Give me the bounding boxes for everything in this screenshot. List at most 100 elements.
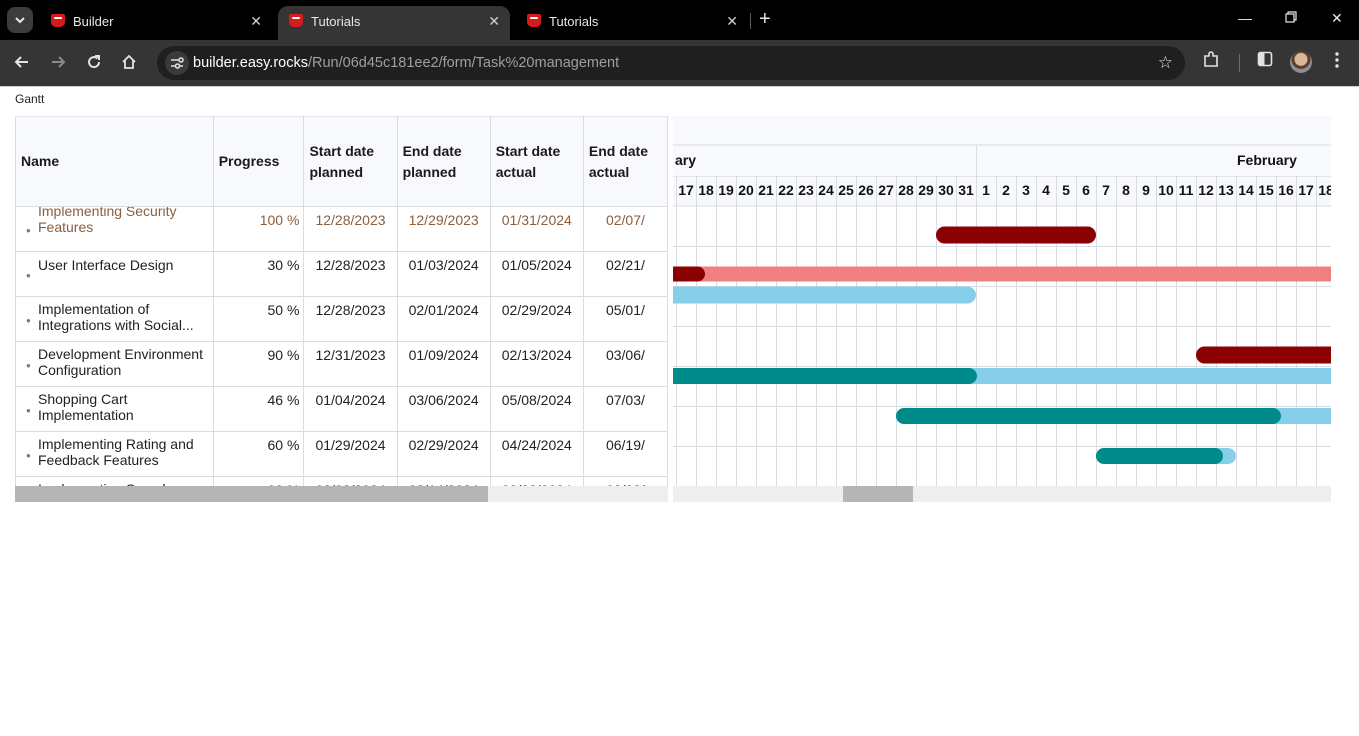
- start-planned-cell[interactable]: 12/28/2023: [303, 296, 398, 342]
- new-tab-icon[interactable]: +: [759, 9, 771, 29]
- forward-arrow-icon[interactable]: [46, 50, 70, 74]
- table-row[interactable]: ● Shopping Cart Implementation 46 % 01/04…: [15, 386, 668, 432]
- page-title: Gantt: [15, 92, 45, 106]
- start-planned-cell[interactable]: 12/28/2023: [303, 251, 398, 297]
- window-close-icon[interactable]: ✕: [1331, 10, 1343, 27]
- start-planned-cell[interactable]: 01/04/2024: [303, 386, 398, 432]
- progress-cell[interactable]: 46 %: [212, 386, 305, 432]
- tab-title: Tutorials: [549, 14, 599, 29]
- task-name: Implementing Rating and Feedback Feature…: [38, 436, 194, 468]
- gantt-bar: [1196, 346, 1331, 364]
- end-planned-cell[interactable]: 01/09/2024: [396, 341, 491, 387]
- table-row[interactable]: ● Implementing Rating and Feedback Featur…: [15, 431, 668, 477]
- bookmark-star-icon[interactable]: ☆: [1158, 53, 1173, 73]
- end-actual-cell[interactable]: 02/07/: [582, 206, 668, 252]
- end-actual-cell[interactable]: 02/21/: [582, 251, 668, 297]
- extensions-icon[interactable]: [1202, 51, 1220, 74]
- table-row[interactable]: ● User Interface Design 30 % 12/28/2023 0…: [15, 251, 668, 297]
- end-planned-cell[interactable]: 12/29/2023: [396, 206, 491, 252]
- table-row[interactable]: ● Development Environment Configuration 9…: [15, 341, 668, 387]
- site-settings-icon[interactable]: [165, 51, 189, 75]
- start-actual-cell[interactable]: 05/08/2024: [489, 386, 584, 432]
- end-actual-cell[interactable]: 07/03/: [582, 386, 668, 432]
- profile-avatar[interactable]: [1290, 51, 1312, 73]
- start-planned-cell[interactable]: 12/28/2023: [303, 206, 398, 252]
- table-row[interactable]: ● Implementation of Integrations with Soc…: [15, 296, 668, 342]
- progress-cell[interactable]: 100 %: [212, 206, 305, 252]
- day-label: 13: [1218, 182, 1234, 198]
- start-actual-cell[interactable]: 01/05/2024: [489, 251, 584, 297]
- task-name: Implementing Security Features: [38, 206, 177, 236]
- day-label: 8: [1122, 182, 1130, 198]
- month-label: ary: [675, 152, 696, 168]
- progress-cell[interactable]: 90 %: [212, 341, 305, 387]
- bullet-icon: ●: [26, 451, 31, 460]
- task-name-cell[interactable]: ● Development Environment Configuration: [15, 341, 214, 387]
- minimize-icon[interactable]: —: [1238, 10, 1252, 26]
- gantt-bar: [673, 368, 977, 384]
- end-planned-cell[interactable]: 02/29/2024: [396, 431, 491, 477]
- day-label: 17: [1298, 182, 1314, 198]
- home-icon[interactable]: [117, 50, 141, 74]
- end-actual-cell[interactable]: 03/06/: [582, 341, 668, 387]
- gantt-scrollbar-thumb[interactable]: [843, 486, 913, 502]
- side-panel-icon[interactable]: [1257, 51, 1273, 72]
- end-planned-cell[interactable]: 01/03/2024: [396, 251, 491, 297]
- end-actual-cell[interactable]: 06/19/: [582, 431, 668, 477]
- column-header-start-planned[interactable]: Start date planned: [303, 116, 398, 207]
- close-icon[interactable]: ✕: [250, 13, 262, 30]
- address-bar[interactable]: builder.easy.rocks/Run/06d45c181ee2/form…: [157, 46, 1185, 80]
- easy-rocks-favicon-icon: [51, 14, 65, 27]
- more-menu-icon[interactable]: [1334, 51, 1340, 74]
- day-label: 23: [798, 182, 814, 198]
- column-header-name[interactable]: Name: [15, 116, 214, 207]
- column-header-end-actual[interactable]: End date actual: [582, 116, 668, 207]
- tab-tutorials[interactable]: Tutorials ✕: [516, 6, 748, 40]
- start-actual-cell[interactable]: 04/24/2024: [489, 431, 584, 477]
- tab-tutorials-active[interactable]: Tutorials ✕: [278, 6, 510, 40]
- column-header-progress[interactable]: Progress: [212, 116, 305, 207]
- restore-icon[interactable]: [1285, 10, 1297, 26]
- url-host: builder.easy.rocks: [193, 55, 308, 71]
- task-name-cell[interactable]: ● Implementing Security Features: [15, 206, 214, 252]
- url-path: /Run/06d45c181ee2/form/Task%20management: [307, 55, 620, 71]
- toolbar-divider: [1239, 54, 1240, 72]
- task-name-cell[interactable]: ● Implementing Rating and Feedback Featur…: [15, 431, 214, 477]
- progress-cell[interactable]: 60 %: [212, 431, 305, 477]
- task-name-cell[interactable]: ● Shopping Cart Implementation: [15, 386, 214, 432]
- progress-cell[interactable]: 50 %: [212, 296, 305, 342]
- tab-search-button[interactable]: [7, 7, 33, 33]
- tab-builder[interactable]: Builder ✕: [40, 6, 272, 40]
- start-planned-cell[interactable]: 12/31/2023: [303, 341, 398, 387]
- day-label: 11: [1179, 182, 1194, 198]
- gantt-horizontal-scrollbar[interactable]: [673, 486, 1331, 502]
- tab-title: Builder: [73, 14, 114, 29]
- grid-horizontal-scrollbar[interactable]: [15, 486, 668, 502]
- task-name: Development Environment Configuration: [38, 346, 203, 378]
- day-label: 25: [838, 182, 854, 198]
- back-arrow-icon[interactable]: [10, 50, 34, 74]
- day-label: 15: [1258, 182, 1274, 198]
- start-planned-cell[interactable]: 01/29/2024: [303, 431, 398, 477]
- start-actual-cell[interactable]: 02/13/2024: [489, 341, 584, 387]
- gantt-bar: [673, 266, 1331, 282]
- day-label: 3: [1022, 182, 1030, 198]
- reload-icon[interactable]: [82, 50, 106, 74]
- grid-scrollbar-thumb[interactable]: [15, 486, 488, 502]
- end-planned-cell[interactable]: 03/06/2024: [396, 386, 491, 432]
- start-actual-cell[interactable]: 02/29/2024: [489, 296, 584, 342]
- end-planned-cell[interactable]: 02/01/2024: [396, 296, 491, 342]
- end-actual-cell[interactable]: 05/01/: [582, 296, 668, 342]
- task-name-cell[interactable]: ● Implementation of Integrations with Soc…: [15, 296, 214, 342]
- day-label: 22: [778, 182, 794, 198]
- start-actual-cell[interactable]: 01/31/2024: [489, 206, 584, 252]
- column-header-end-planned[interactable]: End date planned: [396, 116, 491, 207]
- close-icon[interactable]: ✕: [488, 13, 500, 30]
- table-row[interactable]: ● Implementing Security Features 100 % 12…: [15, 206, 668, 252]
- task-name-cell[interactable]: ● User Interface Design: [15, 251, 214, 297]
- progress-cell[interactable]: 30 %: [212, 251, 305, 297]
- column-header-start-actual[interactable]: Start date actual: [489, 116, 584, 207]
- close-icon[interactable]: ✕: [726, 13, 738, 30]
- bullet-icon: ●: [26, 316, 31, 325]
- day-label: 18: [698, 182, 714, 198]
